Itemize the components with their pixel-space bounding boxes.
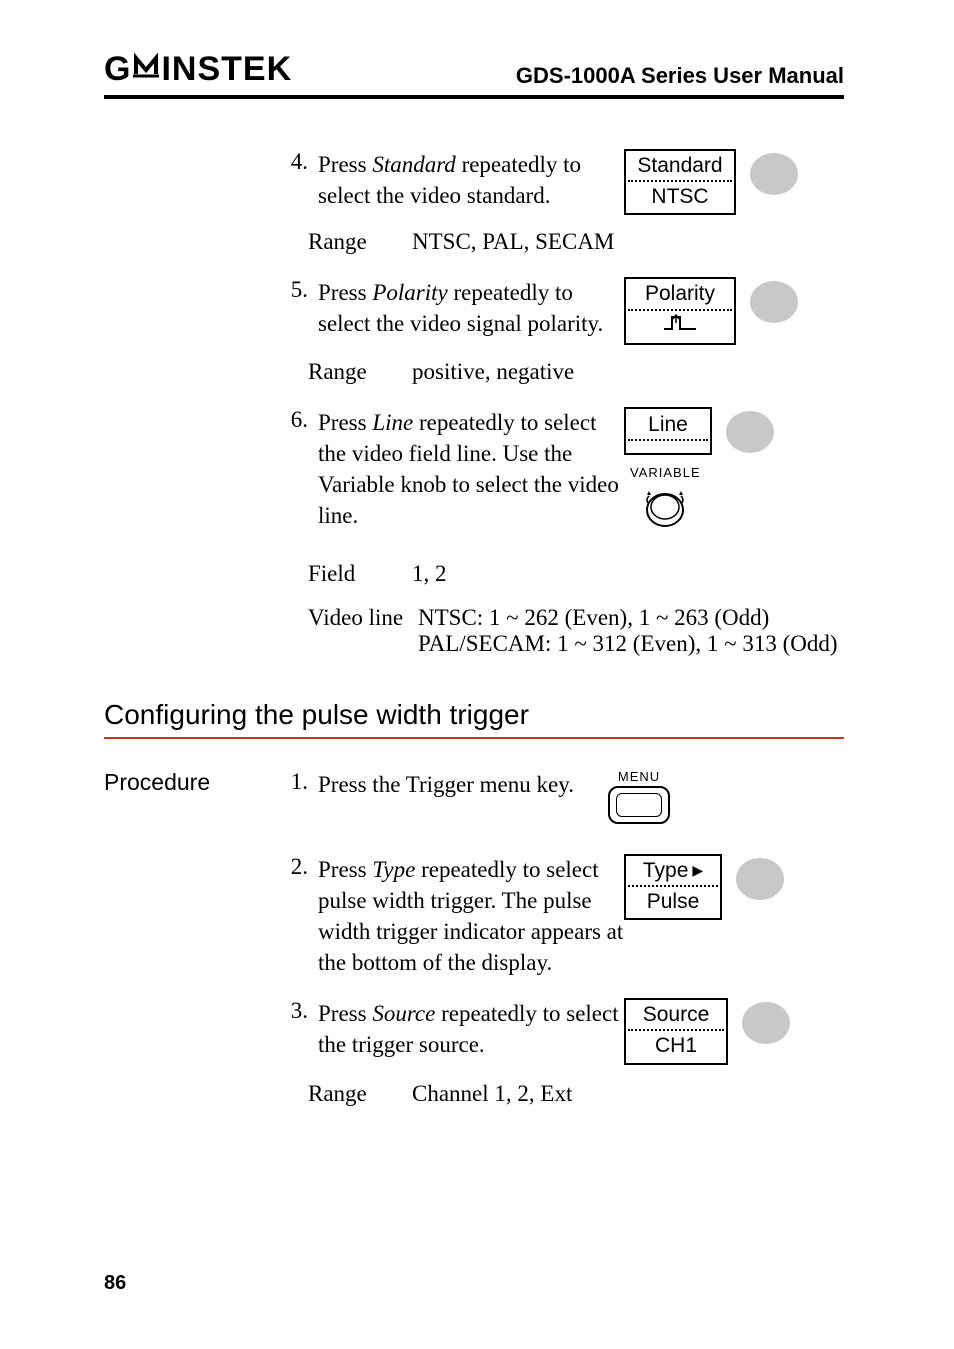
- step-text: Press Line repeatedly to select the vide…: [318, 407, 624, 531]
- step-number: 4.: [274, 149, 318, 175]
- softkey-label: Type▶: [628, 858, 718, 887]
- step-4: 4. Press Standard repeatedly to select t…: [104, 149, 844, 215]
- softkey-source[interactable]: Source CH1: [624, 998, 728, 1064]
- page-number: 86: [104, 1272, 126, 1295]
- soft-button-icon[interactable]: [750, 281, 798, 323]
- section-title: Configuring the pulse width trigger: [104, 699, 844, 731]
- brand-w-icon: [133, 48, 159, 87]
- softkey-label: Polarity: [628, 281, 732, 310]
- range-label: Range: [308, 359, 412, 385]
- step-5-range: Range positive, negative: [308, 359, 844, 385]
- softkey-label: Line: [628, 413, 708, 441]
- procedure-label: Procedure: [104, 769, 274, 796]
- softkey-type[interactable]: Type▶ Pulse: [624, 854, 722, 920]
- page-header: G INSTEK GDS-1000A Series User Manual: [104, 50, 844, 99]
- brand-g: G: [104, 50, 131, 89]
- proc-step-2: 2. Press Type repeatedly to select pulse…: [104, 854, 844, 978]
- polarity-icon: [628, 311, 732, 339]
- menu-key[interactable]: MENU: [608, 769, 670, 824]
- step-4-range: Range NTSC, PAL, SECAM: [308, 229, 844, 255]
- step-text: Press Type repeatedly to select pulse wi…: [318, 854, 624, 978]
- field-value: 1, 2: [412, 561, 844, 587]
- softkey-standard[interactable]: Standard NTSC: [624, 149, 736, 215]
- step-number: 2.: [274, 854, 318, 880]
- step-text: Press Standard repeatedly to select the …: [318, 149, 624, 211]
- soft-button-icon[interactable]: [726, 411, 774, 453]
- step-number: 6.: [274, 407, 318, 433]
- step-6-videoline: Video line NTSC: 1 ~ 262 (Even), 1 ~ 263…: [308, 605, 844, 657]
- step-5: 5. Press Polarity repeatedly to select t…: [104, 277, 844, 344]
- softkey-polarity[interactable]: Polarity: [624, 277, 736, 344]
- brand-instek: INSTEK: [161, 50, 292, 89]
- range-label: Range: [308, 1081, 412, 1107]
- range-label: Range: [308, 229, 412, 255]
- arrow-right-icon: ▶: [688, 862, 703, 879]
- softkey-value: Pulse: [628, 887, 718, 914]
- proc-step-3-range: Range Channel 1, 2, Ext: [308, 1081, 844, 1107]
- field-label: Field: [308, 561, 412, 587]
- softkey-line[interactable]: Line: [624, 407, 712, 455]
- knob-icon: [643, 486, 687, 530]
- variable-label: VARIABLE: [630, 465, 701, 480]
- step-6-field: Field 1, 2: [308, 561, 844, 587]
- step-text: Press the Trigger menu key.: [318, 769, 608, 800]
- soft-button-icon[interactable]: [750, 153, 798, 195]
- step-text: Press Polarity repeatedly to select the …: [318, 277, 624, 339]
- variable-knob[interactable]: VARIABLE: [630, 465, 701, 530]
- softkey-label: Standard: [628, 153, 732, 182]
- step-number: 3.: [274, 998, 318, 1024]
- softkey-value: NTSC: [628, 182, 732, 209]
- menu-button-icon: [608, 786, 670, 824]
- step-6: 6. Press Line repeatedly to select the v…: [104, 407, 844, 531]
- soft-button-icon[interactable]: [742, 1002, 790, 1044]
- videoline-label: Video line: [308, 605, 418, 657]
- step-text: Press Source repeatedly to select the tr…: [318, 998, 624, 1060]
- range-value: positive, negative: [412, 359, 844, 385]
- step-number: 1.: [274, 769, 318, 795]
- menu-label: MENU: [618, 769, 660, 784]
- range-value: Channel 1, 2, Ext: [412, 1081, 844, 1107]
- videoline-value: NTSC: 1 ~ 262 (Even), 1 ~ 263 (Odd) PAL/…: [418, 605, 844, 657]
- header-title: GDS-1000A Series User Manual: [516, 63, 844, 89]
- proc-step-1: Procedure 1. Press the Trigger menu key.…: [104, 769, 844, 824]
- softkey-label: Source: [628, 1002, 724, 1031]
- range-value: NTSC, PAL, SECAM: [412, 229, 844, 255]
- section-rule: [104, 737, 844, 739]
- step-number: 5.: [274, 277, 318, 303]
- proc-step-3: 3. Press Source repeatedly to select the…: [104, 998, 844, 1064]
- soft-button-icon[interactable]: [736, 858, 784, 900]
- softkey-value: CH1: [628, 1031, 724, 1058]
- brand-logo: G INSTEK: [104, 50, 292, 89]
